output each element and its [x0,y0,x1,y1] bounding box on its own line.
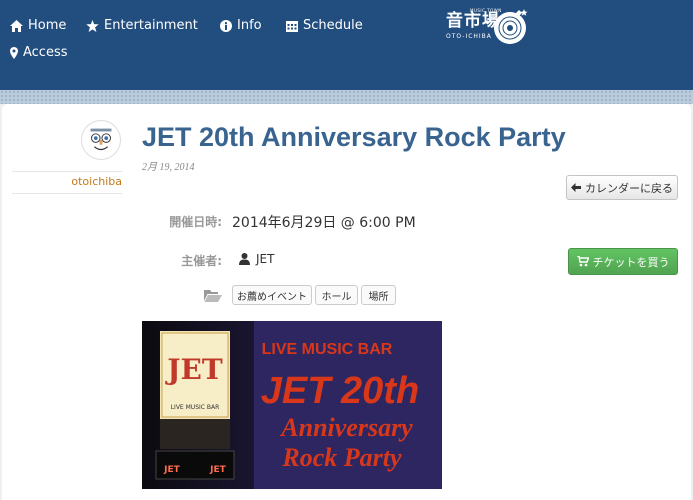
cart-icon [576,256,589,267]
nav-entertainment-label: Entertainment [104,18,198,33]
map-marker-icon [10,47,18,59]
poster-sign-text: JET [164,353,223,386]
author-box: otoichiba [12,171,122,194]
datetime-value: 2014年6月29日 @ 6:00 PM [232,215,416,231]
nav-entertainment[interactable]: Entertainment [86,18,198,34]
poster-neon-right: JET [209,465,226,475]
folder-open-icon [204,290,222,302]
nav-access[interactable]: Access [10,45,68,61]
home-icon [10,20,23,32]
author-avatar [81,120,121,160]
decorative-band [0,90,693,104]
nav-info-label: Info [237,18,262,33]
top-navbar: Home Entertainment Info Schedule Access … [0,0,693,90]
poster-bar-label: LIVE MUSIC BAR [262,341,393,358]
nav-home-label: Home [28,18,67,33]
tag-item[interactable]: ホール [315,285,358,305]
tag-item[interactable]: お薦めイベント [232,285,312,305]
info-icon [220,20,232,32]
poster-line2: Anniversary [279,413,413,442]
buy-ticket-button[interactable]: チケットを買う [568,248,678,275]
logo-sub-text: OTO-ICHIBA [446,33,492,40]
event-title: JET 20th Anniversary Rock Party [142,122,566,152]
nav-schedule-label: Schedule [303,18,363,33]
datetime-label: 開催日時: [169,215,222,229]
event-poster-image: JET LIVE MUSIC BAR JET JET LIVE MUSIC BA… [142,321,442,489]
organizer-name[interactable]: JET [256,252,274,266]
arrow-left-icon [571,183,581,192]
star-icon [86,20,99,32]
poster-sign-bar: LIVE MUSIC BAR [171,404,220,411]
logo-record-icon [494,9,528,44]
nav-home[interactable]: Home [10,18,66,34]
poster-line3: Rock Party [281,443,402,472]
back-to-calendar-button[interactable]: カレンダーに戻る [566,175,678,200]
organizer-label: 主催者: [181,254,222,268]
tag-item[interactable]: 場所 [361,285,396,305]
nav-info[interactable]: Info [220,18,262,34]
ticket-button-label: チケットを買う [592,255,670,269]
nav-access-label: Access [23,45,68,60]
back-button-label: カレンダーに戻る [585,181,673,195]
author-link[interactable]: otoichiba [71,175,122,188]
user-icon [239,253,250,265]
poster-neon-left: JET [163,465,180,475]
post-date: 2月 19, 2014 [142,162,195,173]
site-logo[interactable]: MUSIC TOWN 音市場 OTO-ICHIBA [444,6,532,46]
poster-headline: JET 20th [261,370,419,412]
nav-schedule[interactable]: Schedule [286,18,363,34]
organizer: JET [239,252,274,266]
calendar-icon [286,21,298,32]
